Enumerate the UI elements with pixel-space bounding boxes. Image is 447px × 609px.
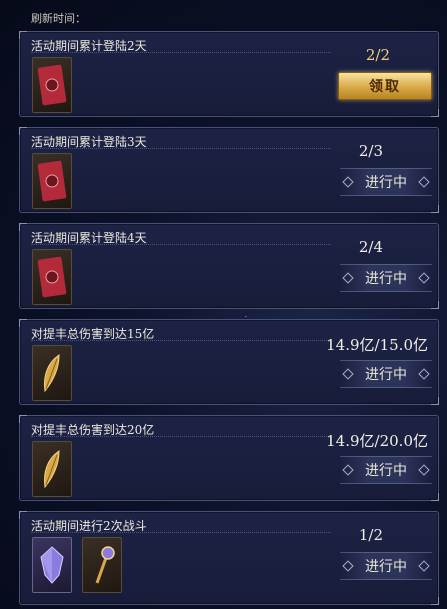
red-card-icon[interactable] bbox=[32, 153, 72, 209]
gold-staff-icon[interactable] bbox=[82, 537, 122, 593]
claim-button[interactable]: 领取 bbox=[338, 72, 432, 100]
red-card-icon[interactable] bbox=[32, 249, 72, 305]
in-progress-label: 进行中 bbox=[365, 367, 407, 383]
task-card: 活动期间累计登陆2天 2/2 领取 bbox=[19, 31, 439, 117]
task-card: 对提丰总伤害到达15亿 14.9亿/15.0亿 进行中 bbox=[19, 319, 439, 405]
diamond-ornament-icon bbox=[418, 368, 430, 380]
in-progress-label: 进行中 bbox=[365, 175, 407, 191]
diamond-ornament-icon bbox=[342, 176, 354, 188]
task-card: 对提丰总伤害到达20亿 14.9亿/20.0亿 进行中 bbox=[19, 415, 439, 501]
purple-crystal-icon[interactable] bbox=[32, 537, 72, 593]
diamond-ornament-icon bbox=[418, 176, 430, 188]
diamond-ornament-icon bbox=[342, 464, 354, 476]
in-progress-label: 进行中 bbox=[365, 463, 407, 479]
task-card: 活动期间进行2次战斗 1/2 进行中 bbox=[19, 511, 439, 605]
in-progress-button[interactable]: 进行中 bbox=[340, 552, 432, 580]
task-card: 活动期间累计登陆4天 2/4 进行中 bbox=[19, 223, 439, 309]
diamond-ornament-icon bbox=[418, 464, 430, 476]
red-card-icon[interactable] bbox=[32, 57, 72, 113]
diamond-ornament-icon bbox=[418, 272, 430, 284]
task-progress: 14.9亿/15.0亿 bbox=[326, 336, 428, 354]
gold-feather-icon[interactable] bbox=[32, 345, 72, 401]
in-progress-button[interactable]: 进行中 bbox=[340, 168, 432, 196]
reward-list bbox=[32, 249, 72, 305]
diamond-ornament-icon bbox=[342, 272, 354, 284]
in-progress-button[interactable]: 进行中 bbox=[340, 360, 432, 388]
in-progress-button[interactable]: 进行中 bbox=[340, 456, 432, 484]
gold-feather-icon[interactable] bbox=[32, 441, 72, 497]
in-progress-label: 进行中 bbox=[365, 559, 407, 575]
task-progress: 2/4 bbox=[358, 238, 383, 256]
reward-list bbox=[32, 441, 72, 497]
reward-list bbox=[32, 153, 72, 209]
diamond-ornament-icon bbox=[418, 560, 430, 572]
in-progress-button[interactable]: 进行中 bbox=[340, 264, 432, 292]
diamond-ornament-icon bbox=[342, 368, 354, 380]
task-progress: 2/3 bbox=[358, 142, 383, 160]
reward-list bbox=[32, 537, 122, 593]
diamond-ornament-icon bbox=[342, 560, 354, 572]
task-progress: 14.9亿/20.0亿 bbox=[326, 432, 428, 450]
task-progress: 1/2 bbox=[358, 526, 383, 544]
task-progress: 2/2 bbox=[365, 46, 390, 64]
in-progress-label: 进行中 bbox=[365, 271, 407, 287]
reward-list bbox=[32, 57, 72, 113]
reward-list bbox=[32, 345, 72, 401]
task-card: 活动期间累计登陆3天 2/3 进行中 bbox=[19, 127, 439, 213]
refresh-time: 刷新时间： bbox=[31, 10, 86, 26]
refresh-time-label: 刷新时间： bbox=[31, 12, 86, 25]
